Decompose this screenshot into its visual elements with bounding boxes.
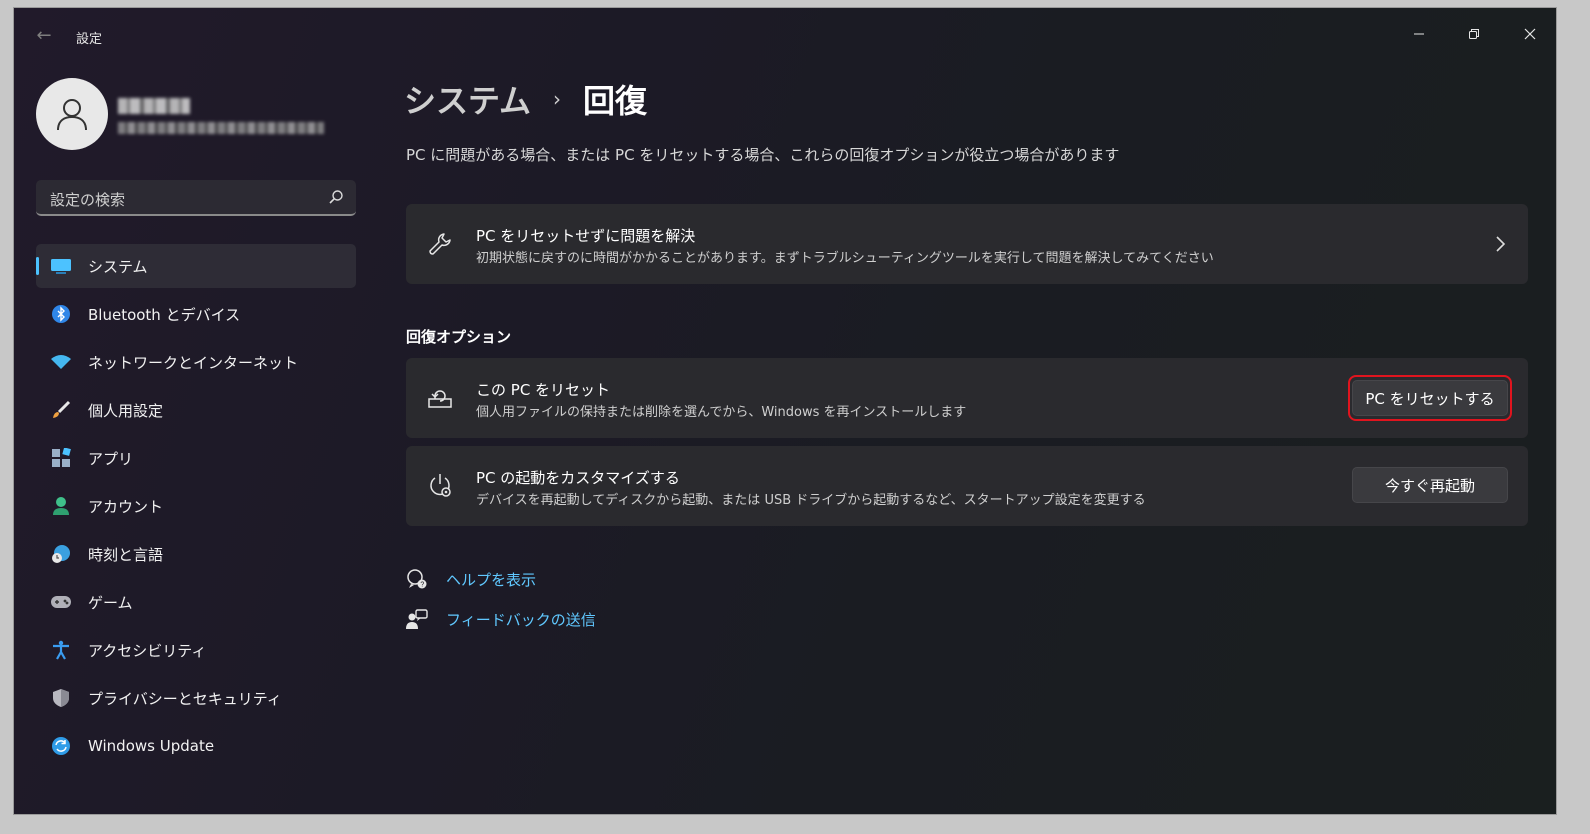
- feedback-link[interactable]: フィードバックの送信: [446, 609, 596, 630]
- avatar[interactable]: [36, 78, 108, 150]
- account-icon: [50, 495, 72, 517]
- reset-pc-card: この PC をリセット 個人用ファイルの保持または削除を選んでから、Window…: [406, 358, 1528, 438]
- chevron-right-icon: [1496, 236, 1506, 252]
- sidebar-item-time-language[interactable]: 時刻と言語: [36, 532, 356, 576]
- shield-icon: [50, 687, 72, 709]
- back-arrow-icon[interactable]: ←: [32, 24, 56, 48]
- sidebar-item-network[interactable]: ネットワークとインターネット: [36, 340, 356, 384]
- feedback-link-row[interactable]: フィードバックの送信: [406, 608, 596, 630]
- breadcrumb-separator: ›: [553, 87, 562, 111]
- sidebar-item-system[interactable]: システム: [36, 244, 356, 288]
- help-link[interactable]: ヘルプを表示: [446, 569, 536, 590]
- feedback-icon: [406, 608, 428, 630]
- sidebar-item-privacy[interactable]: プライバシーとセキュリティ: [36, 676, 356, 720]
- maximize-button[interactable]: [1451, 16, 1497, 52]
- help-icon: ?: [406, 568, 428, 590]
- accessibility-icon: [50, 639, 72, 661]
- sidebar-item-windows-update[interactable]: Windows Update: [36, 724, 356, 768]
- apps-icon: [50, 447, 72, 469]
- sidebar-item-label: アカウント: [88, 497, 164, 516]
- user-name-redacted: [118, 98, 190, 114]
- search-box[interactable]: 設定の検索: [36, 180, 356, 216]
- sidebar-item-label: プライバシーとセキュリティ: [88, 689, 282, 708]
- minimize-icon: [1414, 33, 1424, 35]
- brush-icon: [50, 399, 72, 421]
- sidebar-item-label: 個人用設定: [88, 401, 164, 420]
- update-icon: [50, 735, 72, 757]
- troubleshoot-title: PC をリセットせずに問題を解決: [476, 227, 696, 245]
- sidebar-item-label: Bluetooth とデバイス: [88, 305, 241, 324]
- sidebar-item-label: アプリ: [88, 449, 134, 468]
- advanced-startup-subtitle: デバイスを再起動してディスクから起動、または USB ドライブから起動するなど、…: [476, 493, 1146, 508]
- sidebar-item-label: ネットワークとインターネット: [88, 353, 299, 372]
- sidebar-item-label: 時刻と言語: [88, 545, 164, 564]
- sidebar-item-personalization[interactable]: 個人用設定: [36, 388, 356, 432]
- page-description: PC に問題がある場合、または PC をリセットする場合、これらの回復オプション…: [406, 146, 1120, 164]
- reset-pc-icon: [426, 384, 454, 412]
- sidebar-item-label: アクセシビリティ: [88, 641, 207, 660]
- troubleshoot-card[interactable]: PC をリセットせずに問題を解決 初期状態に戻すのに時間がかかることがあります。…: [406, 204, 1528, 284]
- restart-now-button[interactable]: 今すぐ再起動: [1352, 467, 1508, 503]
- sidebar-nav: システム Bluetooth とデバイス ネットワークとインターネット 個人用設…: [36, 244, 356, 772]
- close-button[interactable]: [1507, 16, 1553, 52]
- sidebar-item-label: システム: [88, 257, 148, 276]
- gamepad-icon: [50, 591, 72, 613]
- close-icon: [1524, 28, 1536, 40]
- sidebar-item-accounts[interactable]: アカウント: [36, 484, 356, 528]
- sidebar-item-label: Windows Update: [88, 737, 215, 755]
- sidebar-item-accessibility[interactable]: アクセシビリティ: [36, 628, 356, 672]
- help-link-row[interactable]: ? ヘルプを表示: [406, 568, 536, 590]
- reset-pc-button[interactable]: PC をリセットする: [1352, 380, 1508, 416]
- minimize-button[interactable]: [1396, 16, 1442, 52]
- title-bar: ← 設定: [14, 8, 1556, 56]
- section-title: 回復オプション: [406, 328, 512, 346]
- page-title: 回復: [583, 82, 648, 120]
- reset-pc-title: この PC をリセット: [476, 381, 611, 399]
- advanced-startup-card: PC の起動をカスタマイズする デバイスを再起動してディスクから起動、または U…: [406, 446, 1528, 526]
- wifi-icon: [50, 351, 72, 373]
- reset-pc-subtitle: 個人用ファイルの保持または削除を選んでから、Windows を再インストールしま…: [476, 405, 967, 420]
- user-icon: [57, 99, 87, 131]
- sidebar-item-apps[interactable]: アプリ: [36, 436, 356, 480]
- globe-clock-icon: [50, 543, 72, 565]
- user-email-redacted: [118, 122, 324, 134]
- app-title: 設定: [76, 32, 103, 47]
- svg-text:?: ?: [420, 582, 424, 589]
- breadcrumb-parent[interactable]: システム: [404, 76, 531, 122]
- sidebar-item-bluetooth[interactable]: Bluetooth とデバイス: [36, 292, 356, 336]
- settings-window: ← 設定 設定の検索 システム Bluetooth とデバイス ネットワークとイ…: [14, 8, 1556, 814]
- troubleshoot-subtitle: 初期状態に戻すのに時間がかかることがあります。まずトラブルシューティングツールを…: [476, 251, 1214, 266]
- bluetooth-icon: [50, 303, 72, 325]
- search-icon: [329, 190, 343, 204]
- sidebar-item-label: ゲーム: [88, 593, 133, 612]
- sidebar-item-gaming[interactable]: ゲーム: [36, 580, 356, 624]
- power-settings-icon: [426, 472, 454, 500]
- breadcrumb: システム › 回復: [404, 76, 647, 122]
- restore-icon: [1469, 29, 1479, 39]
- advanced-startup-title: PC の起動をカスタマイズする: [476, 469, 680, 487]
- wrench-icon: [426, 230, 454, 258]
- system-icon: [50, 255, 72, 277]
- search-input[interactable]: 設定の検索: [50, 189, 125, 210]
